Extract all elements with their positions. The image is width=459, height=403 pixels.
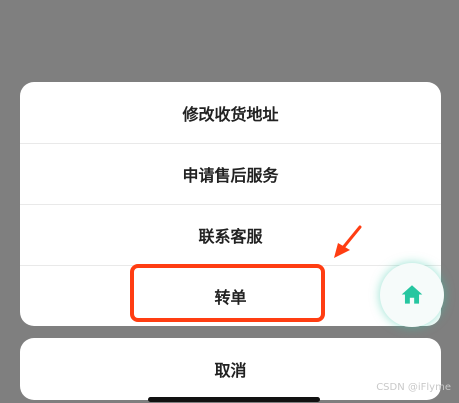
action-item-label: 申请售后服务 — [182, 166, 279, 185]
action-item-label: 修改收货地址 — [182, 104, 279, 124]
action-item-transfer-order[interactable]: 转单 — [20, 265, 441, 326]
home-icon — [401, 285, 423, 304]
watermark: CSDN @iFlyme — [376, 382, 451, 393]
action-item-modify-address[interactable]: 修改收货地址 — [20, 82, 441, 143]
action-item-label: 转单 — [214, 288, 247, 307]
home-float-button[interactable] — [380, 263, 444, 327]
action-item-after-sales[interactable]: 申请售后服务 — [20, 143, 441, 204]
action-item-contact-service[interactable]: 联系客服 — [20, 204, 441, 265]
action-item-label: 联系客服 — [198, 227, 263, 246]
cancel-label: 取消 — [214, 361, 247, 380]
action-sheet: 修改收货地址 申请售后服务 联系客服 转单 — [20, 82, 441, 326]
home-indicator-bar — [148, 397, 320, 402]
